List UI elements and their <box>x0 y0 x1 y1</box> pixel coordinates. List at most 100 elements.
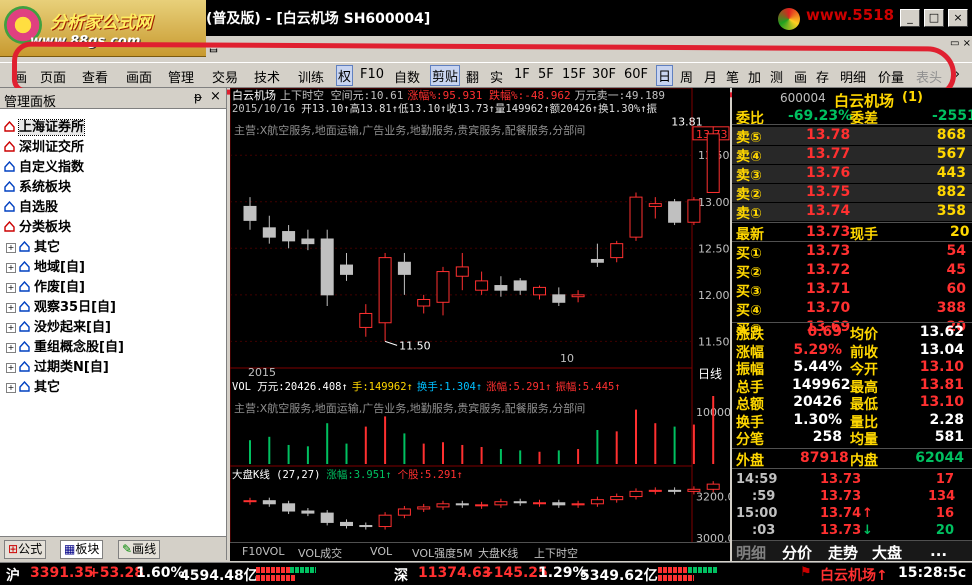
index-candle-body <box>475 504 489 507</box>
quote-tab[interactable]: 明细 <box>736 542 766 563</box>
xianshou-value: 20 <box>950 224 970 240</box>
toolbar-button[interactable]: 画面 <box>126 67 152 86</box>
mdi-restore-icon[interactable]: ▭ × <box>950 38 971 49</box>
toolbar-button[interactable]: 查看 <box>82 67 108 86</box>
watermark-text: www.5518 <box>806 6 895 24</box>
tree-item[interactable]: 系统板块 <box>0 176 226 196</box>
toolbar-button[interactable]: 自数 <box>394 67 420 86</box>
tick-volume: 20 <box>935 523 954 538</box>
expand-icon[interactable]: + <box>6 363 16 373</box>
expand-icon[interactable]: + <box>6 263 16 273</box>
indicator-tab[interactable]: VOL <box>370 545 392 558</box>
toolbar-button[interactable]: 加 <box>748 67 761 86</box>
toolbar-button[interactable]: 画 <box>14 67 27 86</box>
toolbar-button[interactable]: 明细 <box>840 67 866 86</box>
pin-icon[interactable]: ᵽ <box>194 90 202 104</box>
status-stock[interactable]: 白云机场↑ <box>820 565 888 585</box>
expand-icon[interactable]: + <box>6 303 16 313</box>
tree-item[interactable]: 分类板块 <box>0 216 226 236</box>
index-rise: 涨幅:3.951↑ <box>326 468 391 481</box>
x-tick-label: 2015 <box>248 366 276 379</box>
quote-tab[interactable]: ... <box>930 542 947 560</box>
toolbar-button[interactable]: 周 <box>680 67 693 86</box>
indicator-tab[interactable]: VOL强度5M <box>412 545 473 561</box>
indicator-tab[interactable]: 大盘K线 <box>478 545 518 561</box>
toolbar-button[interactable]: 剪贴 <box>430 65 461 86</box>
inner-outer-row: 外盘 87918 内盘 62044 <box>732 450 972 469</box>
tab-drawing[interactable]: ✎画线 <box>118 540 161 559</box>
toolbar-button[interactable]: 价量 <box>878 67 904 86</box>
period-label: 日线 <box>698 367 722 381</box>
toolbar-button[interactable]: 5F <box>538 67 554 82</box>
toolbar-button[interactable]: 画 <box>794 67 807 86</box>
toolbar-button[interactable]: 1F <box>514 67 530 82</box>
toolbar-button[interactable]: 翻 <box>466 67 479 86</box>
indicator-tab[interactable]: F10VOL <box>242 545 284 558</box>
menu-item[interactable]: ᆸ <box>208 38 219 55</box>
index-candle-body <box>533 502 546 505</box>
index-axis-label: 3200.0 <box>696 491 730 504</box>
toolbar-button[interactable]: 月 <box>704 67 717 86</box>
toolbar-button[interactable]: 30F <box>592 67 616 82</box>
toolbar-button[interactable]: 日 <box>656 65 674 86</box>
toolbar-button[interactable]: 技术 <box>254 67 280 86</box>
ask-price: 13.78 <box>806 127 851 143</box>
expand-icon[interactable]: + <box>6 343 16 353</box>
toolbar-button[interactable]: 交易 <box>212 67 238 86</box>
tree-item[interactable]: + 过期类N[自] <box>0 356 226 376</box>
expand-icon[interactable]: + <box>6 283 16 293</box>
tree-item[interactable]: + 其它 <box>0 236 226 256</box>
expand-icon[interactable]: + <box>6 383 16 393</box>
tick-row: 14:59 13.73 17 <box>732 472 972 490</box>
toolbar-button[interactable]: 表头 <box>916 67 942 86</box>
tree-item[interactable]: + 没炒起来[自] <box>0 316 226 336</box>
expand-icon[interactable]: + <box>6 243 16 253</box>
toolbar-button[interactable]: 60F <box>624 67 648 82</box>
tree-item[interactable]: + 地域[自] <box>0 256 226 276</box>
toolbar-button[interactable]: 训练 <box>298 67 324 86</box>
expand-icon[interactable]: + <box>6 323 16 333</box>
toolbar-button[interactable]: 测 <box>770 67 783 86</box>
logo-title: 分析家公式网 <box>50 13 152 33</box>
tree-item[interactable]: 自选股 <box>0 196 226 216</box>
toolbar-overflow-icon[interactable]: » <box>952 67 960 82</box>
toolbar-button[interactable]: 权 <box>336 65 354 86</box>
tree-item[interactable]: + 观察35日[自] <box>0 296 226 316</box>
toolbar-button[interactable]: 实 <box>490 67 503 86</box>
minimize-button[interactable]: _ <box>900 9 920 27</box>
indicator-tab[interactable]: 上下时空 <box>534 545 578 561</box>
toolbar-button[interactable]: 管理 <box>168 67 194 86</box>
quote-tab[interactable]: 走势 <box>828 542 858 563</box>
toolbar-button[interactable]: 15F <box>562 67 586 82</box>
tree-item[interactable]: + 作废[自] <box>0 276 226 296</box>
tree-item-label: 重组概念股[自] <box>34 340 124 355</box>
chart-canvas[interactable]: 白云机场 上下时空 空间元:10.61 涨幅%:95.931 跌幅%:-48.962… <box>230 88 730 560</box>
tree-item[interactable]: 深圳证交所 <box>0 136 226 156</box>
toolbar-button[interactable]: 笔 <box>726 67 739 86</box>
close-button[interactable]: × <box>948 9 968 27</box>
sh-label: 沪 <box>6 568 20 584</box>
bid-label: 买① <box>736 246 762 262</box>
toolbar-button[interactable]: F10 <box>360 67 384 82</box>
stat-value: 258 <box>812 429 842 445</box>
ask-label: 卖① <box>736 206 762 222</box>
indicator-tab[interactable]: VOL成交 <box>298 545 342 561</box>
tab-sector[interactable]: ▦板块 <box>60 540 104 559</box>
maximize-button[interactable]: □ <box>924 9 944 27</box>
quote-tab[interactable]: 大盘 <box>872 542 902 563</box>
toolbar-button[interactable]: 页面 <box>40 67 66 86</box>
stock-suffix: (1) <box>902 90 923 105</box>
tree-item[interactable]: + 其它 <box>0 376 226 396</box>
weicha-label: 委差 <box>850 111 878 127</box>
ask-row: 卖④ 13.77 567 <box>732 146 972 165</box>
tree-item[interactable]: 上海证券所 <box>0 116 226 136</box>
alert-icon[interactable]: ⚑ <box>800 565 812 580</box>
close-panel-icon[interactable]: × <box>210 89 221 104</box>
quote-tab[interactable]: 分价 <box>782 542 812 563</box>
tree-item[interactable]: 自定义指数 <box>0 156 226 176</box>
toolbar-button[interactable]: 存 <box>816 67 829 86</box>
stock-code: 600004 <box>780 91 826 105</box>
kline-chart[interactable]: 白云机场 上下时空 空间元:10.61 涨幅%:95.931 跌幅%:-48.962… <box>230 88 730 560</box>
tab-formula[interactable]: ⊞公式 <box>4 540 47 559</box>
tree-item[interactable]: + 重组概念股[自] <box>0 336 226 356</box>
